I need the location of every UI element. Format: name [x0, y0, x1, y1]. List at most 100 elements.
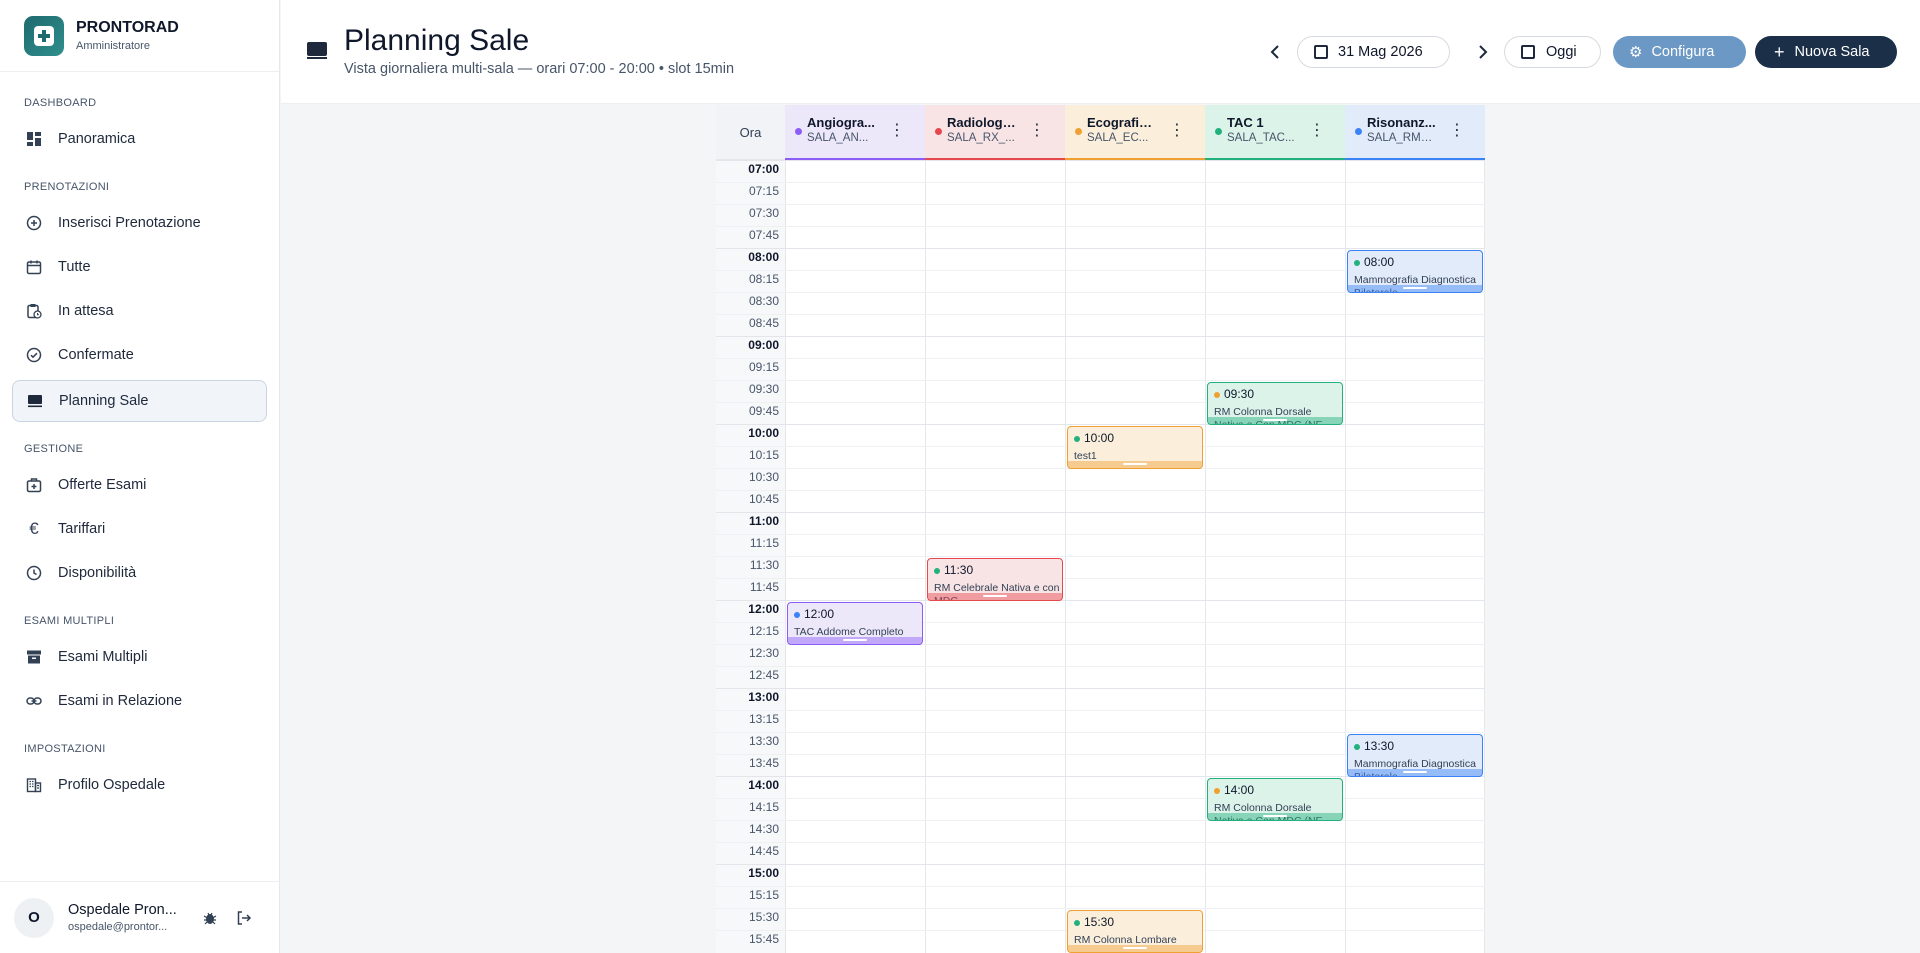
- slot-row-line: [716, 908, 1485, 909]
- resize-handle[interactable]: [1263, 815, 1287, 817]
- sidebar-item-tariffari[interactable]: € Tariffari: [12, 508, 267, 550]
- avatar[interactable]: O: [14, 897, 54, 938]
- today-button[interactable]: Oggi: [1504, 36, 1601, 68]
- sidebar-item-label: In attesa: [58, 303, 114, 319]
- booking-card[interactable]: 08:00 Mammografia Diagnostica Bilaterale: [1347, 250, 1483, 293]
- sidebar-item-label: Planning Sale: [59, 393, 149, 409]
- room-header[interactable]: Ecografia 1 SALA_EC... ⋮: [1065, 105, 1205, 160]
- sidebar-item-inserisci-prenotazione[interactable]: Inserisci Prenotazione: [12, 202, 267, 244]
- sidebar-item-panoramica[interactable]: Panoramica: [12, 118, 267, 160]
- more-vertical-icon[interactable]: ⋮: [1309, 123, 1325, 139]
- calendar-icon: [1521, 45, 1535, 59]
- new-room-button[interactable]: + Nuova Sala: [1755, 36, 1897, 68]
- page-subtitle: Vista giornaliera multi-sala — orari 07:…: [344, 61, 735, 77]
- resize-handle[interactable]: [1263, 419, 1287, 421]
- sidebar-item-label: Inserisci Prenotazione: [58, 215, 201, 231]
- sidebar-item-confermate[interactable]: Confermate: [12, 334, 267, 376]
- slot-row-line: [716, 182, 1485, 183]
- room-header[interactable]: TAC 1 SALA_TAC... ⋮: [1205, 105, 1345, 160]
- booking-card[interactable]: 12:00 TAC Addome Completo: [787, 602, 923, 645]
- slot-row-line: [716, 886, 1485, 887]
- section-impostazioni: IMPOSTAZIONI: [24, 743, 106, 755]
- time-label: 07:15: [748, 184, 779, 198]
- booking-card[interactable]: 13:30 Mammografia Diagnostica Bilaterale: [1347, 734, 1483, 777]
- status-dot: [1354, 744, 1360, 750]
- slot-row-line: [716, 402, 1485, 403]
- booking-card[interactable]: 10:00 test1: [1067, 426, 1203, 469]
- sidebar-item-in-attesa[interactable]: In attesa: [12, 290, 267, 332]
- time-label: 07:00: [748, 162, 779, 176]
- room-header[interactable]: Angiogra... SALA_AN... ⋮: [785, 105, 925, 160]
- booking-time: 12:00: [804, 607, 835, 621]
- booking-card[interactable]: 11:30 RM Celebrale Nativa e con MDC: [927, 558, 1063, 601]
- status-dot: [1074, 920, 1080, 926]
- time-label: 08:45: [748, 316, 779, 330]
- resize-handle[interactable]: [983, 595, 1007, 597]
- bug-icon[interactable]: [198, 906, 222, 930]
- time-label: 11:30: [749, 558, 779, 572]
- sidebar-item-tutte[interactable]: Tutte: [12, 246, 267, 288]
- room-color-dot: [1355, 128, 1362, 135]
- slot-row-line: [716, 248, 1485, 249]
- today-label: Oggi: [1546, 44, 1577, 60]
- slot-row-line: [716, 512, 1485, 513]
- status-dot: [1214, 392, 1220, 398]
- more-vertical-icon[interactable]: ⋮: [1029, 123, 1045, 139]
- configure-label: Configura: [1651, 44, 1715, 60]
- chevron-right-icon[interactable]: [1471, 40, 1495, 64]
- booking-time: 15:30: [1084, 915, 1115, 929]
- booking-card[interactable]: 14:00 RM Colonna Dorsale Nativa e Con MDC…: [1207, 778, 1343, 821]
- sidebar-item-label: Profilo Ospedale: [58, 777, 166, 793]
- link-icon: [26, 693, 42, 709]
- sidebar-item-esami-multipli[interactable]: Esami Multipli: [12, 636, 267, 678]
- medical-bag-icon: [26, 477, 42, 493]
- slot-row-line: [716, 820, 1485, 821]
- more-vertical-icon[interactable]: ⋮: [1449, 123, 1465, 139]
- slot-row-line: [716, 314, 1485, 315]
- sidebar-item-offerte-esami[interactable]: Offerte Esami: [12, 464, 267, 506]
- slot-row-line: [716, 336, 1485, 337]
- logout-icon[interactable]: [232, 906, 256, 930]
- sidebar-item-label: Panoramica: [58, 131, 136, 147]
- brand[interactable]: PRONTORAD Amministratore: [0, 0, 279, 72]
- section-dashboard: DASHBOARD: [24, 97, 97, 109]
- sidebar-item-label: Offerte Esami: [58, 477, 147, 493]
- room-code: SALA_AN...: [807, 132, 869, 144]
- time-label: 15:30: [748, 910, 779, 924]
- more-vertical-icon[interactable]: ⋮: [889, 123, 905, 139]
- booking-card[interactable]: 09:30 RM Colonna Dorsale Nativa e Con MDC…: [1207, 382, 1343, 425]
- time-label: 10:15: [748, 448, 779, 462]
- brand-name: PRONTORAD: [76, 19, 179, 36]
- section-prenotazioni: PRENOTAZIONI: [24, 181, 110, 193]
- time-label: 10:00: [748, 426, 779, 440]
- room-header[interactable]: Radiologi... SALA_RX_... ⋮: [925, 105, 1065, 160]
- resize-handle[interactable]: [1123, 947, 1147, 949]
- brand-role: Amministratore: [76, 40, 150, 52]
- sidebar-item-esami-in-relazione[interactable]: Esami in Relazione: [12, 680, 267, 722]
- booking-time: 11:30: [944, 563, 974, 577]
- time-label: 13:30: [748, 734, 779, 748]
- sidebar-item-planning-sale[interactable]: Planning Sale: [12, 380, 267, 422]
- chevron-left-icon[interactable]: [1263, 40, 1287, 64]
- resize-handle[interactable]: [1403, 771, 1427, 773]
- room-name: Radiologi...: [947, 115, 1017, 130]
- resize-handle[interactable]: [843, 639, 867, 641]
- time-label: 11:00: [748, 514, 779, 528]
- resize-handle[interactable]: [1403, 287, 1427, 289]
- room-name: Ecografia 1: [1087, 115, 1157, 130]
- date-picker[interactable]: 31 Mag 2026: [1297, 36, 1450, 68]
- time-label: 07:30: [748, 206, 779, 220]
- more-vertical-icon[interactable]: ⋮: [1169, 123, 1185, 139]
- monitor-icon: [307, 42, 327, 59]
- configure-button[interactable]: ⚙ Configura: [1613, 36, 1746, 68]
- resize-handle[interactable]: [1123, 463, 1147, 465]
- sidebar-item-profilo-ospedale[interactable]: Profilo Ospedale: [12, 764, 267, 806]
- time-label: 14:45: [748, 844, 779, 858]
- time-label: 09:45: [748, 404, 779, 418]
- sidebar-item-disponibilita[interactable]: Disponibilità: [12, 552, 267, 594]
- calendar-icon: [1314, 45, 1328, 59]
- slot-row-line: [716, 732, 1485, 733]
- room-header[interactable]: Risonanz... SALA_RM_... ⋮: [1345, 105, 1485, 160]
- booking-card[interactable]: 15:30 RM Colonna Lombare: [1067, 910, 1203, 953]
- clock-icon: [26, 565, 42, 581]
